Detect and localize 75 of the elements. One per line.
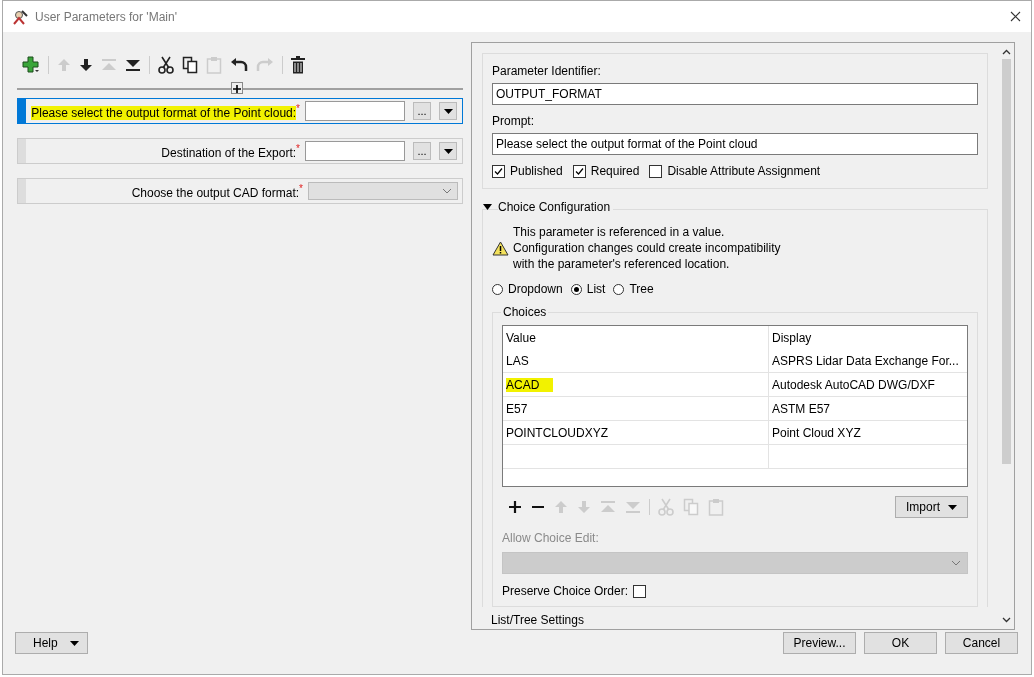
field-label: Parameter Identifier:	[492, 64, 602, 78]
caret-icon	[443, 148, 453, 154]
checkbox[interactable]	[649, 164, 663, 178]
scroll-down-icon[interactable]	[1002, 617, 1011, 623]
value-cell: ACAD	[506, 377, 554, 392]
display-cell: ASTM E57	[772, 401, 831, 416]
browse-button[interactable]: ...	[413, 142, 431, 160]
display-cell: ASPRS Lidar Data Exchange For...	[772, 353, 959, 368]
radio-button[interactable]	[613, 283, 625, 295]
radio-button[interactable]	[492, 283, 503, 295]
caret-icon	[70, 640, 79, 646]
window-title: User Parameters for 'Main'	[35, 9, 177, 24]
warning-message: This parameter is referenced in a value. Configuration changes could create incompatibility with the parameter's referenced location.	[513, 224, 781, 272]
section-title[interactable]: Choice Configuration	[498, 200, 614, 214]
radio-label: List	[586, 282, 606, 296]
field-label: Allow Choice Edit:	[502, 531, 599, 545]
checkbox-label: Disable Attribute Assignment	[667, 164, 821, 178]
checkbox-label: Preserve Choice Order:	[502, 584, 629, 598]
checkbox[interactable]	[492, 164, 505, 178]
parameter-label: Choose the output CAD format:	[131, 185, 300, 200]
chevron-down-icon	[442, 188, 452, 194]
preview-button[interactable]: Preview...	[783, 632, 856, 654]
parameter-row[interactable]: Choose the output CAD format:$^{*}$	[17, 178, 463, 204]
add-icon[interactable]	[508, 500, 522, 514]
collapse-icon[interactable]	[483, 204, 492, 210]
drag-handle[interactable]	[18, 139, 26, 163]
radio-label: Tree	[629, 282, 654, 296]
prompt-field[interactable]: Please select the output format of the Point cloud	[492, 133, 978, 155]
radio-button[interactable]	[570, 283, 582, 295]
checkbox-label: Required	[590, 164, 640, 178]
ok-button[interactable]: OK	[864, 632, 937, 654]
checkbox[interactable]	[572, 164, 586, 178]
expand-icon[interactable]	[231, 82, 243, 94]
drag-handle[interactable]	[18, 99, 26, 123]
scroll-up-icon[interactable]	[1002, 49, 1011, 55]
field-label: Prompt:	[492, 114, 535, 128]
required-marker: *	[296, 102, 300, 114]
menu-button[interactable]	[439, 142, 457, 160]
parameter-row[interactable]: Destination of the Export:$^{*}$ ...	[17, 138, 463, 164]
value-cell: LAS	[506, 353, 529, 368]
required-marker: *	[296, 142, 300, 154]
help-button[interactable]: Help	[15, 632, 88, 654]
move-down-icon[interactable]	[79, 56, 93, 74]
cancel-button[interactable]: Cancel	[945, 632, 1018, 654]
identifier-field[interactable]: OUTPUT_FORMAT	[492, 83, 978, 105]
app-icon	[12, 8, 29, 25]
column-header: Value	[506, 330, 536, 345]
drag-handle[interactable]	[18, 179, 26, 203]
value-field[interactable]	[305, 141, 405, 161]
chevron-down-icon	[951, 560, 961, 566]
caret-icon	[948, 504, 957, 510]
copy-icon[interactable]	[182, 56, 198, 74]
radio-label: Dropdown	[508, 282, 563, 296]
checkbox-label: Published	[510, 164, 563, 178]
section-title[interactable]: List/Tree Settings	[491, 613, 584, 627]
value-field[interactable]	[305, 101, 405, 121]
checkbox[interactable]	[633, 584, 647, 598]
value-cell: E57	[506, 401, 528, 416]
menu-button[interactable]	[439, 102, 457, 120]
required-marker: *	[299, 182, 303, 194]
caret-icon	[443, 108, 453, 114]
display-cell: Autodesk AutoCAD DWG/DXF	[772, 377, 935, 392]
group-title: Choices	[501, 305, 549, 319]
add-icon[interactable]	[22, 56, 40, 74]
close-icon[interactable]	[1010, 11, 1021, 22]
warning-icon	[492, 240, 509, 256]
column-header: Display	[772, 330, 812, 345]
cut-icon[interactable]	[158, 56, 174, 74]
import-button[interactable]: Import	[895, 496, 968, 518]
undo-icon[interactable]	[230, 56, 248, 74]
delete-icon[interactable]	[291, 56, 305, 74]
display-cell: Point Cloud XYZ	[772, 425, 861, 440]
parameter-label: Destination of the Export:	[161, 145, 297, 160]
value-cell: POINTCLOUDXYZ	[506, 425, 608, 440]
browse-button[interactable]: ...	[413, 102, 431, 120]
